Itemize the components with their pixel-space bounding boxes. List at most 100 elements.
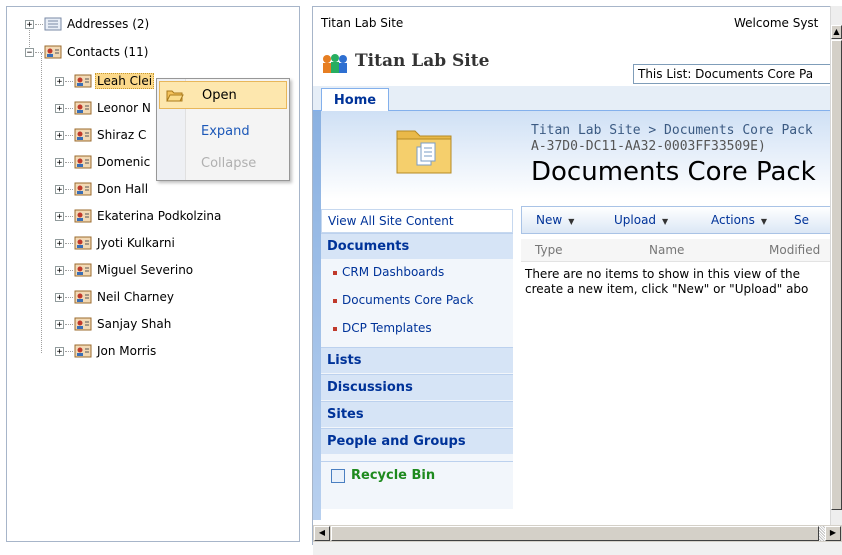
tree-node-addresses[interactable]: + Addresses (2) bbox=[25, 15, 151, 33]
tab-home[interactable]: Home bbox=[321, 88, 389, 111]
expand-toggle[interactable]: + bbox=[55, 292, 64, 302]
tree-node-label[interactable]: Jyoti Kulkarni bbox=[95, 235, 177, 251]
contact-card-icon bbox=[74, 236, 92, 250]
search-scope-dropdown[interactable]: This List: Documents Core Pa bbox=[633, 64, 833, 84]
expand-toggle[interactable]: + bbox=[55, 157, 64, 167]
tree-node-label[interactable]: Domenic bbox=[95, 154, 152, 170]
tree-node-contact[interactable]: + Shiraz C bbox=[55, 126, 148, 144]
tree-node-label[interactable]: Ekaterina Podkolzina bbox=[95, 208, 223, 224]
collapse-toggle[interactable]: − bbox=[25, 47, 34, 57]
expand-toggle[interactable]: + bbox=[55, 238, 64, 248]
recycle-bin-link[interactable]: Recycle Bin bbox=[321, 461, 513, 489]
ql-heading-sites[interactable]: Sites bbox=[321, 401, 513, 427]
expand-toggle[interactable]: + bbox=[25, 19, 34, 29]
top-site-link[interactable]: Titan Lab Site bbox=[321, 16, 403, 30]
contact-card-icon bbox=[74, 182, 92, 196]
tree-node-contact[interactable]: + Leah Clei bbox=[55, 72, 155, 90]
tree-connector bbox=[65, 242, 73, 244]
tree-node-label[interactable]: Don Hall bbox=[95, 181, 150, 197]
sharepoint-people-logo-icon bbox=[323, 54, 347, 73]
tree-node-contact[interactable]: + Ekaterina Podkolzina bbox=[55, 207, 223, 225]
dropdown-arrow-icon: ▼ bbox=[662, 217, 669, 226]
tree-connector bbox=[35, 23, 43, 25]
tree-node-label[interactable]: Shiraz C bbox=[95, 127, 148, 143]
expand-toggle[interactable]: + bbox=[55, 211, 64, 221]
sp-global-nav: Titan Lab Site Welcome Syst bbox=[313, 7, 842, 39]
expand-toggle[interactable]: + bbox=[55, 184, 64, 194]
expand-toggle[interactable]: + bbox=[55, 346, 64, 356]
expand-toggle[interactable]: + bbox=[55, 76, 64, 86]
folder-open-icon bbox=[166, 90, 184, 102]
tree-node-contacts[interactable]: − Contacts (11) bbox=[25, 43, 150, 61]
column-header-modified[interactable]: Modified bbox=[769, 243, 820, 257]
recycle-bin-icon bbox=[331, 468, 345, 483]
scroll-up-button[interactable]: ▲ bbox=[831, 25, 842, 39]
expand-toggle[interactable]: + bbox=[55, 103, 64, 113]
tree-node-label[interactable]: Contacts (11) bbox=[65, 44, 150, 60]
document-library-folder-icon bbox=[396, 130, 452, 174]
ql-item-crm-dashboards[interactable]: CRM Dashboards bbox=[321, 259, 513, 287]
vertical-scrollbar[interactable]: ▲ bbox=[830, 6, 842, 525]
tree-node-contact[interactable]: + Sanjay Shah bbox=[55, 315, 173, 333]
tree-connector bbox=[65, 134, 73, 136]
expand-toggle[interactable]: + bbox=[55, 265, 64, 275]
tree-connector bbox=[65, 80, 73, 82]
horizontal-scrollbar[interactable]: ◀ ▶ bbox=[313, 525, 842, 542]
ql-heading-people-and-groups[interactable]: People and Groups bbox=[321, 428, 513, 454]
menu-item-collapse: Collapse bbox=[159, 149, 287, 177]
tree-node-label-selected[interactable]: Leah Clei bbox=[95, 73, 155, 89]
contact-card-icon bbox=[74, 209, 92, 223]
scroll-thumb[interactable] bbox=[331, 526, 819, 541]
actions-menu-button[interactable]: Actions ▼ bbox=[711, 213, 767, 227]
tree-node-label[interactable]: Addresses (2) bbox=[65, 16, 151, 32]
tree-node-label[interactable]: Sanjay Shah bbox=[95, 316, 173, 332]
ql-heading-documents[interactable]: Documents bbox=[321, 233, 513, 259]
contact-card-icon bbox=[74, 317, 92, 331]
column-header-name[interactable]: Name bbox=[649, 243, 684, 257]
tree-node-contact[interactable]: + Leonor N bbox=[55, 99, 153, 117]
recycle-bin-label: Recycle Bin bbox=[351, 468, 436, 483]
tree-node-contact[interactable]: + Miguel Severino bbox=[55, 261, 195, 279]
tree-node-label[interactable]: Jon Morris bbox=[95, 343, 158, 359]
tree-node-label[interactable]: Neil Charney bbox=[95, 289, 176, 305]
ql-item-label: CRM Dashboards bbox=[342, 265, 445, 279]
tree-connector bbox=[65, 107, 73, 109]
upload-menu-button[interactable]: Upload ▼ bbox=[614, 213, 668, 227]
breadcrumb[interactable]: Titan Lab Site > Documents Core Pack bbox=[531, 123, 813, 138]
tree-node-label[interactable]: Miguel Severino bbox=[95, 262, 195, 278]
column-header-type[interactable]: Type bbox=[535, 243, 563, 257]
toolbar-label: Se bbox=[794, 213, 809, 227]
empty-list-message: There are no items to show in this view … bbox=[525, 267, 842, 297]
ql-heading-discussions[interactable]: Discussions bbox=[321, 374, 513, 400]
menu-item-expand[interactable]: Expand bbox=[159, 117, 287, 145]
scroll-right-button[interactable]: ▶ bbox=[825, 526, 841, 541]
welcome-menu[interactable]: Welcome Syst bbox=[734, 16, 818, 30]
ql-heading-lists[interactable]: Lists bbox=[321, 347, 513, 373]
scroll-thumb[interactable] bbox=[831, 40, 842, 510]
sp-top-nav: Home bbox=[313, 86, 842, 111]
menu-item-open[interactable]: Open bbox=[159, 81, 287, 109]
settings-menu-button[interactable]: Se bbox=[794, 213, 809, 227]
new-menu-button[interactable]: New ▼ bbox=[536, 213, 574, 227]
contact-card-icon bbox=[74, 344, 92, 358]
tree-node-label[interactable]: Leonor N bbox=[95, 100, 153, 116]
tree-node-contact[interactable]: + Don Hall bbox=[55, 180, 150, 198]
tree-node-contact[interactable]: + Neil Charney bbox=[55, 288, 176, 306]
ql-item-dcp-templates[interactable]: DCP Templates bbox=[321, 315, 513, 343]
tree-node-contact[interactable]: + Domenic bbox=[55, 153, 152, 171]
tree-connector bbox=[65, 350, 73, 352]
ql-item-label: Documents Core Pack bbox=[342, 293, 474, 307]
context-menu: Open Expand Collapse bbox=[156, 78, 290, 181]
tree-node-contact[interactable]: + Jon Morris bbox=[55, 342, 158, 360]
menu-item-label: Expand bbox=[201, 123, 250, 139]
expand-toggle[interactable]: + bbox=[55, 130, 64, 140]
contact-card-icon bbox=[74, 74, 92, 88]
view-all-site-content-link[interactable]: View All Site Content bbox=[321, 209, 513, 233]
contact-card-icon bbox=[74, 101, 92, 115]
site-title[interactable]: Titan Lab Site bbox=[355, 51, 489, 71]
expand-toggle[interactable]: + bbox=[55, 319, 64, 329]
tree-node-contact[interactable]: + Jyoti Kulkarni bbox=[55, 234, 177, 252]
ql-item-documents-core-pack[interactable]: Documents Core Pack bbox=[321, 287, 513, 315]
bullet-icon bbox=[333, 326, 337, 331]
scroll-left-button[interactable]: ◀ bbox=[314, 526, 330, 541]
